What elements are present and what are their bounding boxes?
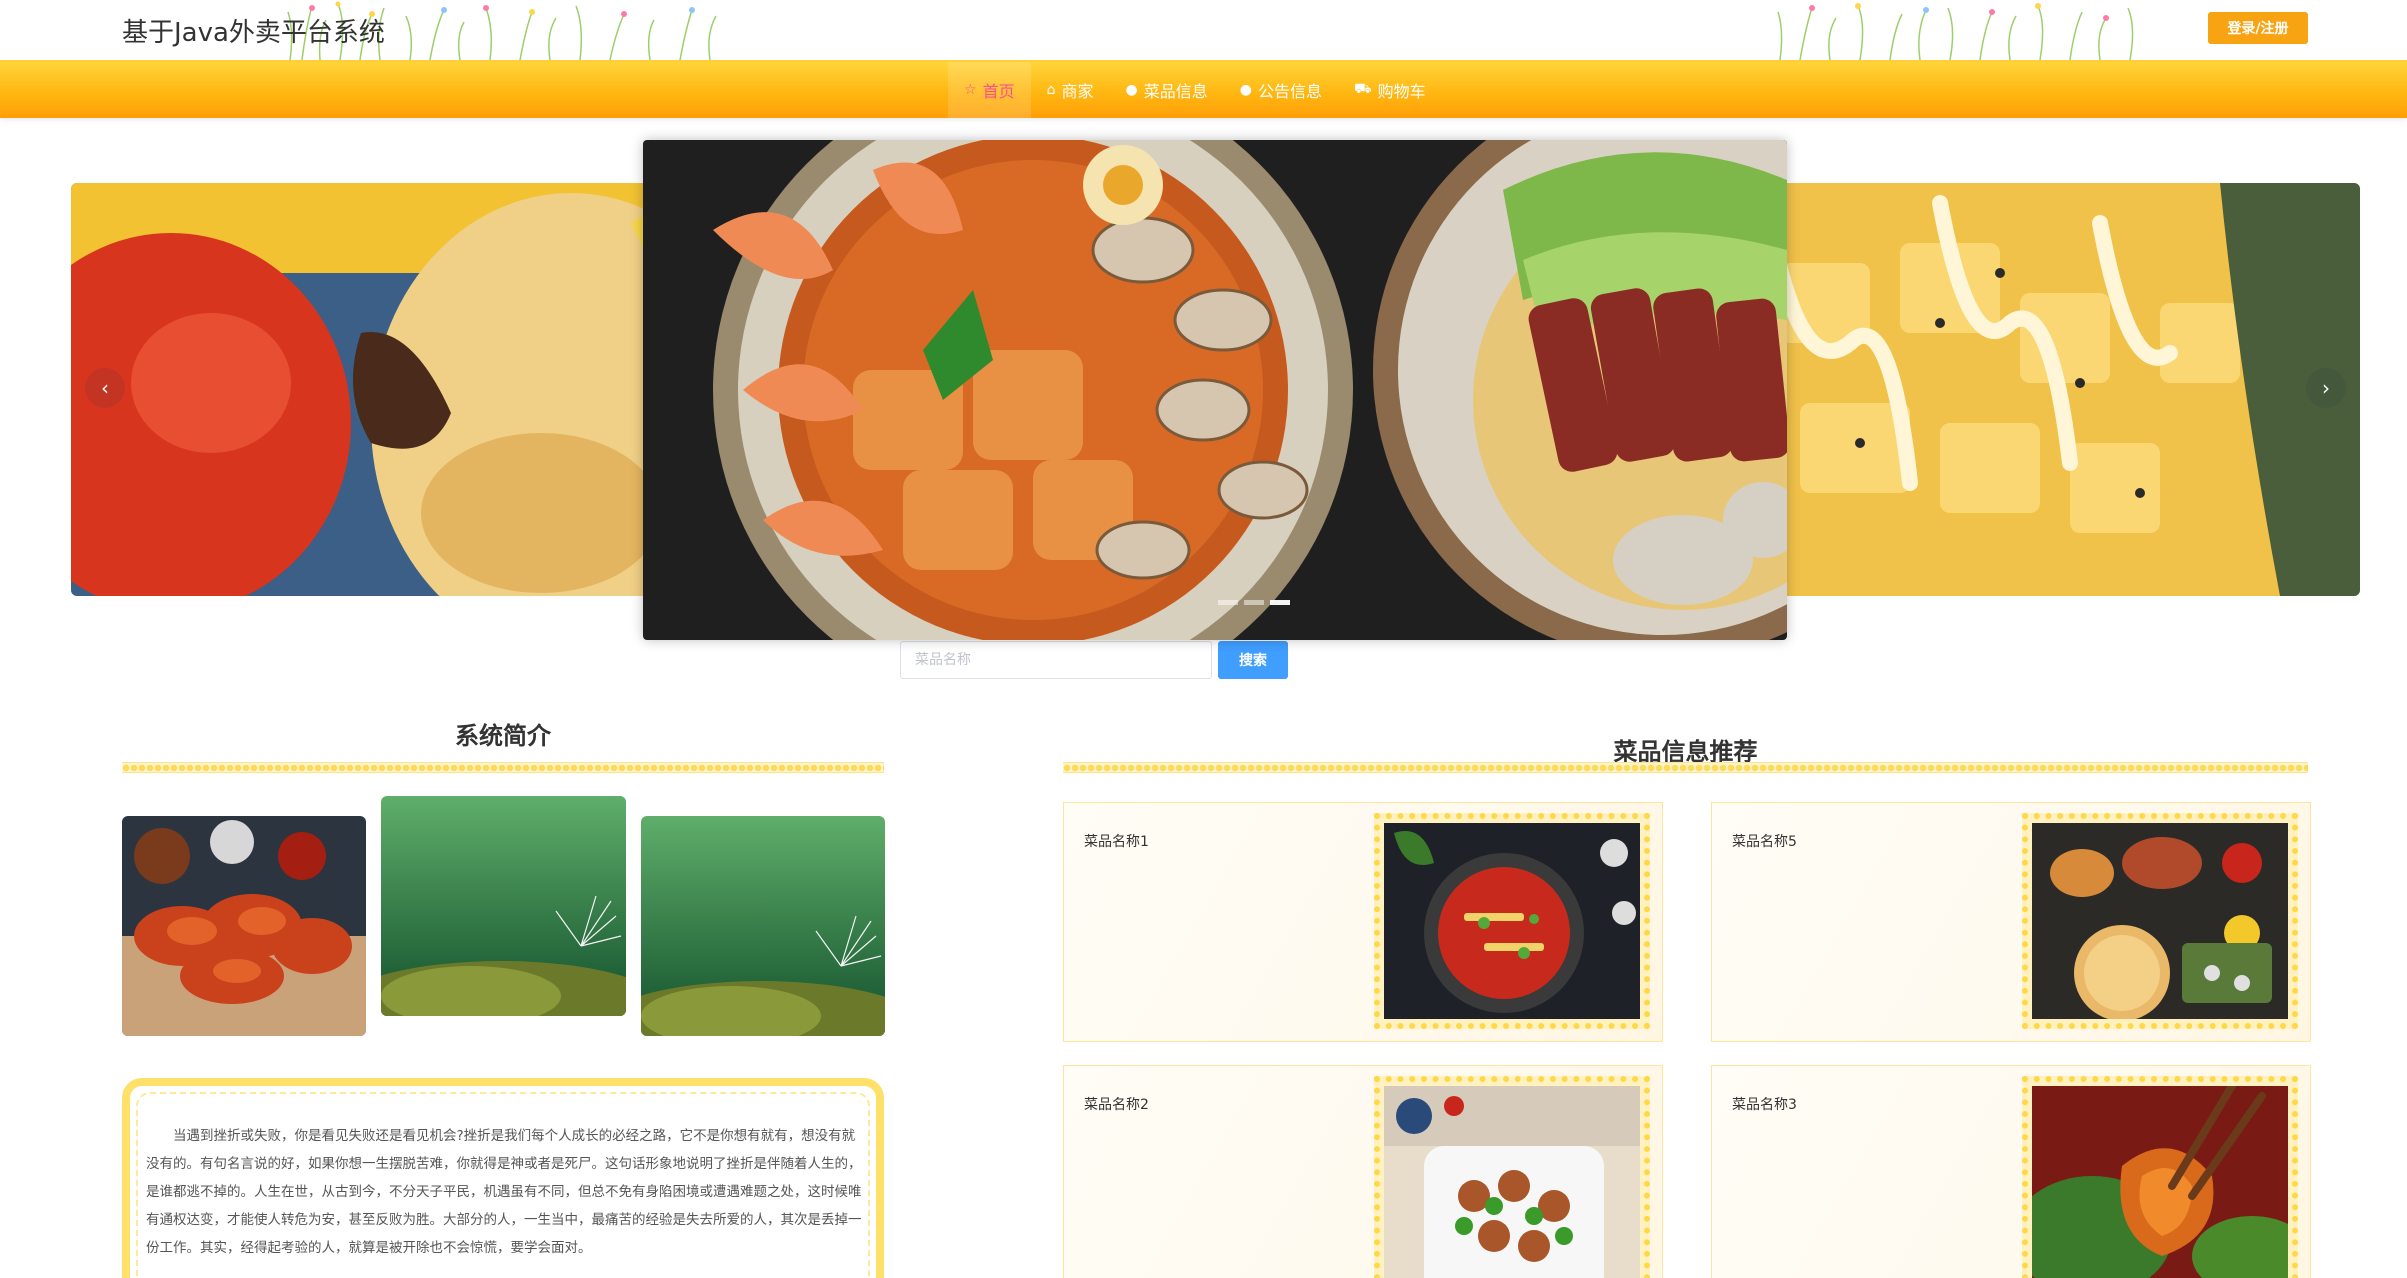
grass-decoration-right (1770, 0, 2145, 60)
dish-card[interactable]: 菜品名称2 (1063, 1065, 1663, 1278)
nav-item-dishes[interactable]: ● 菜品信息 (1109, 62, 1223, 118)
carousel-slide-active[interactable] (643, 140, 1787, 640)
carousel-slide-side[interactable] (1740, 183, 2360, 596)
shop-icon: ⌂ (1046, 82, 1056, 98)
dish-image (2022, 1076, 2298, 1278)
section-divider (122, 762, 884, 773)
carousel-indicator[interactable] (1270, 600, 1290, 605)
nav-item-cart[interactable]: ⛟ 购物车 (1338, 62, 1442, 118)
dish-name: 菜品名称3 (1732, 1097, 1797, 1113)
main-nav: ☆ 首页 ⌂ 商家 ● 菜品信息 ● 公告信息 ⛟ 购物车 (0, 60, 2407, 118)
search-button[interactable]: 搜索 (1218, 641, 1288, 679)
dish-card[interactable]: 菜品名称5 (1711, 802, 2311, 1042)
nav-item-notices[interactable]: ● 公告信息 (1224, 62, 1338, 118)
page: 基于Java外卖平台系统 登录/注册 ☆ 首页 ⌂ 商家 ● 菜品信息 ● 公告… (0, 0, 2407, 1278)
nav-item-label: 购物车 (1377, 82, 1426, 101)
nav-item-label: 菜品信息 (1143, 82, 1208, 101)
dish-image (1374, 813, 1650, 1029)
carousel-indicator[interactable] (1244, 600, 1264, 605)
intro-image (122, 816, 366, 1036)
section-divider (1063, 762, 2308, 773)
nav-item-label: 商家 (1061, 82, 1094, 101)
info-icon: ● (1239, 82, 1252, 98)
dish-card[interactable]: 菜品名称3 (1711, 1065, 2311, 1278)
top-header: 基于Java外卖平台系统 登录/注册 (0, 0, 2407, 60)
nav-list: ☆ 首页 ⌂ 商家 ● 菜品信息 ● 公告信息 ⛟ 购物车 (948, 62, 1442, 118)
dish-name: 菜品名称5 (1732, 834, 1797, 850)
carousel-indicators (1218, 600, 1290, 605)
nav-item-label: 首页 (982, 82, 1015, 101)
carousel-indicator[interactable] (1218, 600, 1238, 605)
nav-item-label: 公告信息 (1257, 82, 1322, 101)
intro-image (381, 796, 626, 1016)
cart-icon: ⛟ (1353, 81, 1372, 97)
site-title: 基于Java外卖平台系统 (122, 18, 385, 48)
banner-carousel: ‹ › (0, 118, 2407, 648)
dish-name: 菜品名称1 (1084, 834, 1149, 850)
login-register-button[interactable]: 登录/注册 (2208, 12, 2308, 44)
star-icon: ☆ (964, 82, 977, 98)
dish-image (2022, 813, 2298, 1029)
carousel-slide-side[interactable] (71, 183, 691, 596)
chevron-right-icon[interactable]: › (2306, 368, 2346, 408)
chevron-left-icon[interactable]: ‹ (85, 368, 125, 408)
section-title-intro: 系统简介 (455, 722, 551, 750)
dish-image (1374, 1076, 1650, 1278)
dish-name: 菜品名称2 (1084, 1097, 1149, 1113)
search-input[interactable] (900, 641, 1212, 679)
nav-item-home[interactable]: ☆ 首页 (948, 62, 1031, 118)
info-icon: ● (1125, 82, 1138, 98)
intro-text-box: 当遇到挫折或失败，你是看见失败还是看见机会?挫折是我们每个人成长的必经之路，它不… (122, 1078, 884, 1278)
intro-image (641, 816, 885, 1036)
nav-item-shop[interactable]: ⌂ 商家 (1031, 62, 1110, 118)
dish-card[interactable]: 菜品名称1 (1063, 802, 1663, 1042)
intro-text: 当遇到挫折或失败，你是看见失败还是看见机会?挫折是我们每个人成长的必经之路，它不… (146, 1128, 862, 1256)
